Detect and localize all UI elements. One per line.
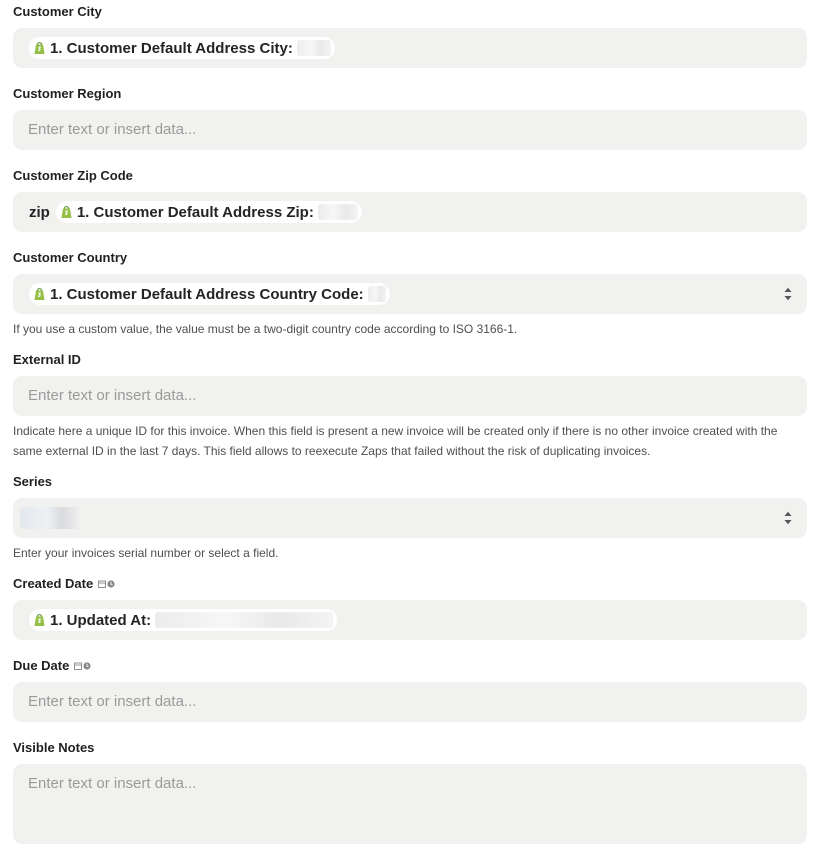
placeholder-text: Enter text or insert data... — [28, 693, 197, 710]
redacted-value — [296, 40, 331, 56]
customer-zip-label: Customer Zip Code — [13, 168, 133, 183]
pill-label: 1. Customer Default Address City: — [50, 39, 293, 57]
customer-region-field: Customer Region Enter text or insert dat… — [13, 86, 807, 150]
datetime-icons — [98, 580, 115, 588]
created-date-label: Created Date — [13, 576, 94, 591]
calendar-icon — [74, 662, 82, 670]
shopify-icon — [33, 41, 46, 55]
series-help: Enter your invoices serial number or sel… — [13, 546, 279, 560]
datetime-icons — [74, 662, 91, 670]
due-date-input[interactable]: Enter text or insert data... — [13, 682, 807, 722]
customer-country-field: Customer Country 1. Customer Default Add… — [13, 250, 807, 339]
due-date-field: Due Date Enter text or insert data... — [13, 658, 807, 722]
clock-icon — [83, 662, 91, 670]
shopify-icon — [33, 613, 46, 627]
series-field: Series Enter your invoices serial number… — [13, 474, 807, 563]
created-date-input[interactable]: 1. Updated At: — [13, 600, 807, 640]
customer-region-label: Customer Region — [13, 86, 122, 101]
visible-notes-field: Visible Notes Enter text or insert data.… — [13, 740, 807, 844]
shopify-icon — [60, 205, 73, 219]
customer-zip-field: Customer Zip Code zip 1. Customer Defaul… — [13, 168, 807, 232]
placeholder-text: Enter text or insert data... — [28, 121, 197, 138]
select-caret-icon[interactable] — [783, 510, 793, 526]
due-date-label: Due Date — [13, 658, 70, 673]
calendar-icon — [98, 580, 106, 588]
mapped-data-pill[interactable]: 1. Customer Default Address Zip: — [55, 201, 362, 223]
redacted-value — [317, 204, 358, 220]
external-id-input[interactable]: Enter text or insert data... — [13, 376, 807, 416]
external-id-label: External ID — [13, 352, 81, 367]
mapped-data-pill[interactable]: 1. Customer Default Address City: — [29, 37, 335, 59]
redacted-value — [367, 286, 386, 302]
customer-city-label: Customer City — [13, 4, 102, 19]
pill-label: 1. Customer Default Address Country Code… — [50, 285, 364, 303]
mapped-data-pill[interactable]: 1. Updated At: — [29, 609, 338, 631]
created-date-field: Created Date 1. Updated At: — [13, 576, 807, 640]
external-id-field: External ID Enter text or insert data...… — [13, 352, 807, 461]
redacted-value — [155, 612, 334, 628]
customer-region-input[interactable]: Enter text or insert data... — [13, 110, 807, 150]
zip-prefix-text: zip — [29, 203, 50, 221]
shopify-icon — [33, 287, 46, 301]
pill-label: 1. Customer Default Address Zip: — [76, 203, 314, 221]
customer-country-label: Customer Country — [13, 250, 128, 265]
mapped-data-pill[interactable]: 1. Customer Default Address Country Code… — [29, 283, 390, 305]
series-label: Series — [13, 474, 53, 489]
redacted-value — [20, 507, 80, 529]
visible-notes-textarea[interactable]: Enter text or insert data... — [13, 764, 807, 844]
select-caret-icon[interactable] — [783, 286, 793, 302]
pill-label: 1. Updated At: — [50, 611, 152, 629]
customer-zip-input[interactable]: zip 1. Customer Default Address Zip: — [13, 192, 807, 232]
customer-city-input[interactable]: 1. Customer Default Address City: — [13, 28, 807, 68]
clock-icon — [107, 580, 115, 588]
customer-city-field: Customer City 1. Customer Default Addres… — [13, 4, 807, 68]
due-date-label-row: Due Date — [13, 658, 807, 674]
external-id-help: Indicate here a unique ID for this invoi… — [13, 424, 778, 458]
placeholder-text: Enter text or insert data... — [28, 387, 197, 404]
customer-country-select[interactable]: 1. Customer Default Address Country Code… — [13, 274, 807, 314]
visible-notes-label: Visible Notes — [13, 740, 95, 755]
zap-action-form: Customer City 1. Customer Default Addres… — [0, 0, 817, 858]
created-date-label-row: Created Date — [13, 576, 807, 592]
series-select[interactable] — [13, 498, 807, 538]
placeholder-text: Enter text or insert data... — [28, 775, 197, 792]
customer-country-help: If you use a custom value, the value mus… — [13, 322, 518, 336]
